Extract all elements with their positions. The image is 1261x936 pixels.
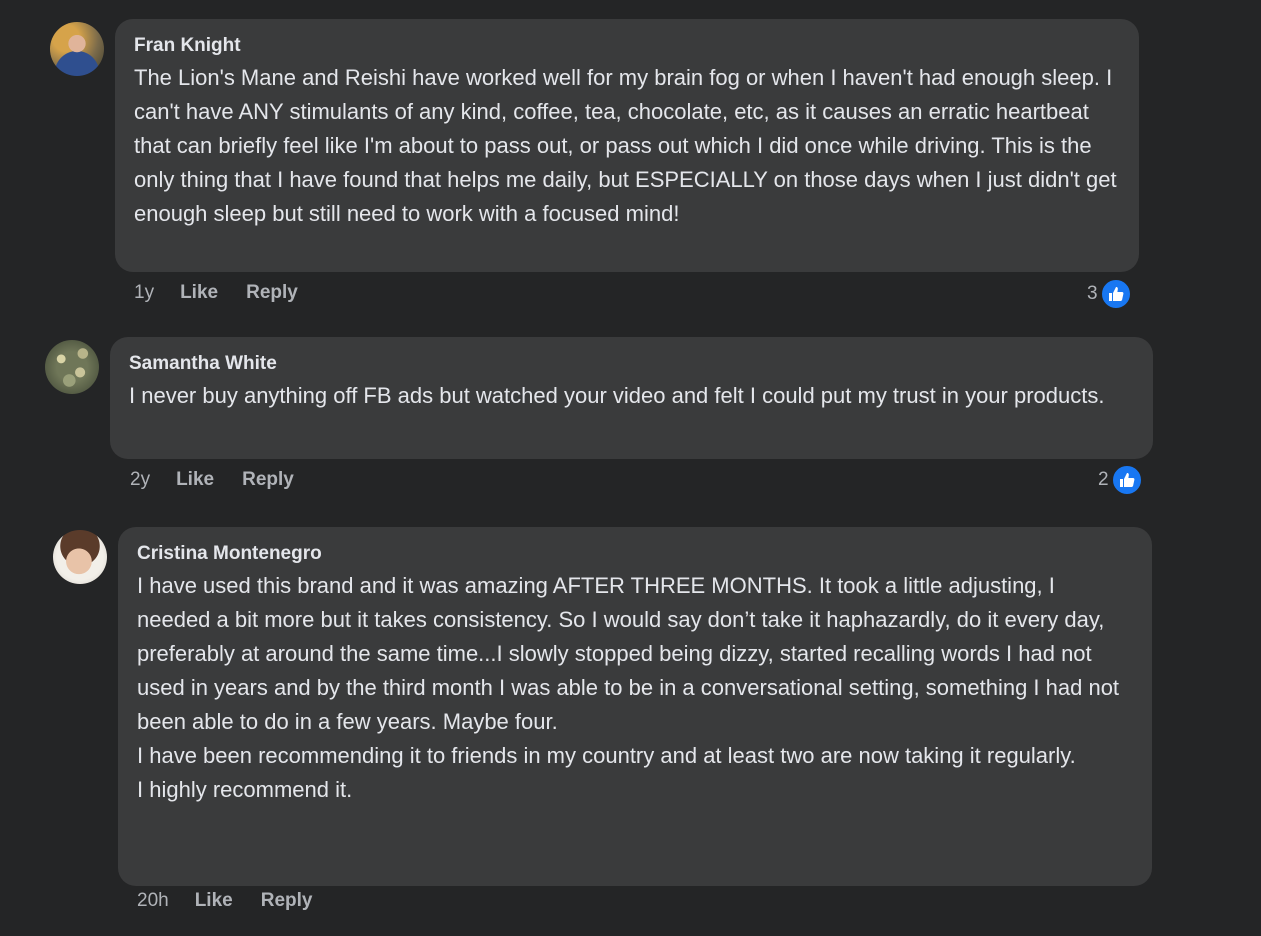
comment-bubble: Samantha White I never buy anything off … — [110, 337, 1153, 459]
avatar[interactable] — [45, 340, 99, 394]
reaction-count[interactable]: 2 — [1098, 464, 1143, 496]
comment-text-paragraph: I have used this brand and it was amazin… — [137, 573, 1120, 734]
thumbs-up-icon — [1110, 464, 1143, 496]
comment-actions: 20h Like Reply — [137, 890, 312, 912]
comment-author[interactable]: Cristina Montenegro — [137, 542, 1132, 566]
like-button[interactable]: Like — [176, 469, 214, 491]
reply-button[interactable]: Reply — [242, 469, 294, 491]
comment-timestamp[interactable]: 2y — [130, 469, 150, 491]
avatar[interactable] — [50, 22, 104, 76]
comment-text-paragraph: I have been recommending it to friends i… — [137, 743, 1076, 768]
comment-text: I never buy anything off FB ads but watc… — [129, 383, 1105, 408]
like-button[interactable]: Like — [180, 282, 218, 304]
avatar[interactable] — [53, 530, 107, 584]
comment-actions: 2y Like Reply — [130, 469, 294, 491]
comment-timestamp[interactable]: 20h — [137, 890, 169, 912]
reaction-count-number: 3 — [1087, 283, 1098, 304]
reaction-count-number: 2 — [1098, 469, 1109, 490]
comment-bubble: Fran Knight The Lion's Mane and Reishi h… — [115, 19, 1139, 272]
comment-text-paragraph: I highly recommend it. — [137, 777, 353, 802]
reaction-count[interactable]: 3 — [1087, 278, 1132, 310]
comment-author[interactable]: Samantha White — [129, 352, 1133, 376]
thumbs-up-icon — [1099, 278, 1132, 310]
comment-author[interactable]: Fran Knight — [134, 34, 1119, 58]
reply-button[interactable]: Reply — [261, 890, 313, 912]
comment-timestamp[interactable]: 1y — [134, 282, 154, 304]
comment-bubble: Cristina Montenegro I have used this bra… — [118, 527, 1152, 886]
like-button[interactable]: Like — [195, 890, 233, 912]
reply-button[interactable]: Reply — [246, 282, 298, 304]
comment-text: The Lion's Mane and Reishi have worked w… — [134, 65, 1117, 226]
comment-actions: 1y Like Reply — [134, 282, 298, 304]
